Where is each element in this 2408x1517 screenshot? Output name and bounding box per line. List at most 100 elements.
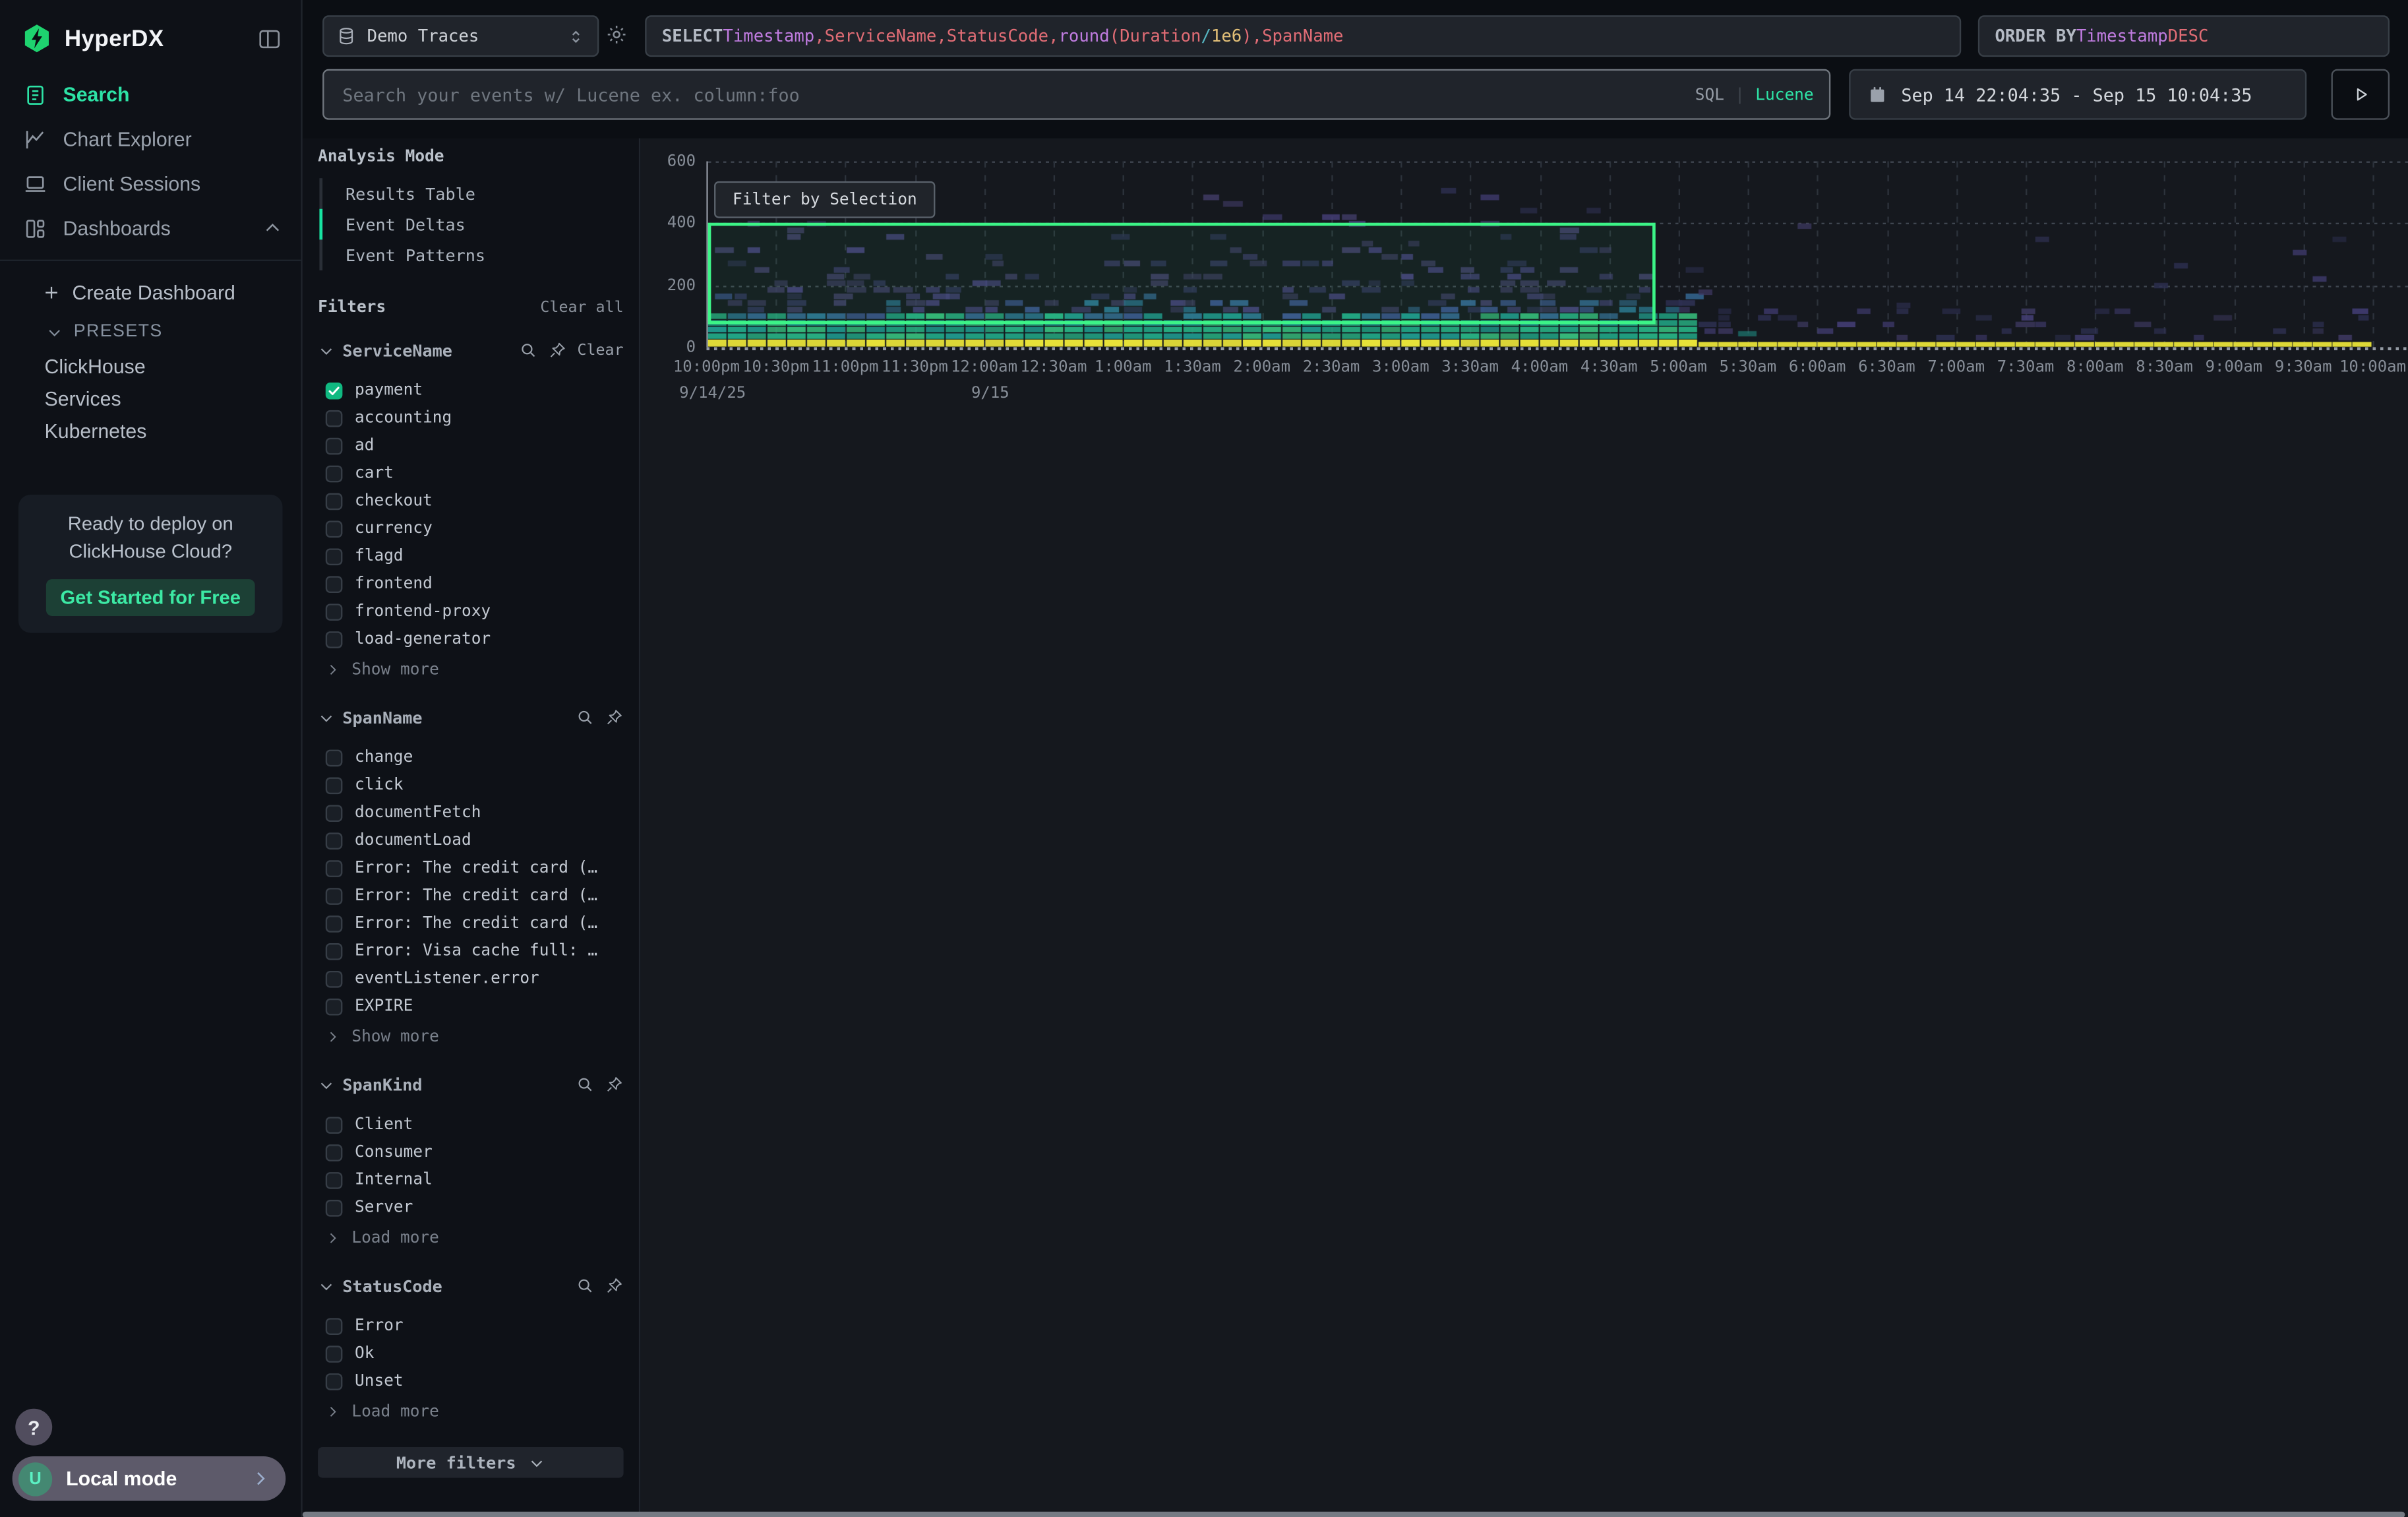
analysis-mode-item-results-table[interactable]: Results Table (322, 178, 623, 209)
filter-option-consumer[interactable]: Consumer (318, 1138, 623, 1166)
group-pin-icon[interactable] (605, 1276, 624, 1295)
filter-option-error-the-credit-card[interactable]: Error: The credit card (… (318, 854, 623, 882)
filter-option-error-the-credit-card[interactable]: Error: The credit card (… (318, 882, 623, 910)
group-pin-icon[interactable] (605, 708, 624, 727)
show-more-button[interactable]: Show more (318, 1023, 623, 1051)
lucene-mode-button[interactable]: Lucene (1755, 85, 1813, 104)
checkbox[interactable] (326, 915, 343, 932)
sidebar-item-dashboards[interactable]: Dashboards (0, 206, 301, 251)
checkbox[interactable] (326, 1171, 343, 1189)
filter-option-unset[interactable]: Unset (318, 1367, 623, 1395)
help-button[interactable]: ? (15, 1409, 52, 1446)
source-select[interactable]: Demo Traces (322, 15, 599, 57)
horizontal-scrollbar[interactable] (303, 1512, 2405, 1517)
group-collapse-icon[interactable] (318, 709, 335, 726)
group-collapse-icon[interactable] (318, 1076, 335, 1094)
preset-item-services[interactable]: Services (0, 383, 301, 415)
more-filters-button[interactable]: More filters (318, 1447, 623, 1478)
analysis-mode-item-event-deltas[interactable]: Event Deltas (322, 209, 623, 240)
filter-option-frontend[interactable]: frontend (318, 570, 623, 598)
create-dashboard-button[interactable]: Create Dashboard (0, 270, 301, 313)
checkbox[interactable] (326, 887, 343, 904)
group-clear-button[interactable]: Clear (577, 342, 623, 359)
sql-mode-button[interactable]: SQL (1695, 85, 1724, 104)
checkbox[interactable] (326, 492, 343, 509)
sql-select-editor[interactable]: SELECT Timestamp, ServiceName, StatusCod… (645, 15, 1961, 57)
checkbox[interactable] (326, 382, 343, 399)
filter-option-payment[interactable]: payment (318, 377, 623, 404)
filter-option-click[interactable]: click (318, 771, 623, 799)
filter-option-server[interactable]: Server (318, 1194, 623, 1222)
checkbox[interactable] (326, 749, 343, 766)
collapse-sidebar-button[interactable] (256, 25, 283, 51)
filter-option-flagd[interactable]: flagd (318, 542, 623, 570)
checkbox[interactable] (326, 1199, 343, 1216)
group-search-icon[interactable] (576, 1276, 594, 1295)
filter-option-documentfetch[interactable]: documentFetch (318, 799, 623, 826)
filter-option-internal[interactable]: Internal (318, 1166, 623, 1194)
filter-option-load-generator[interactable]: load-generator (318, 625, 623, 653)
filter-option-documentload[interactable]: documentLoad (318, 826, 623, 854)
settings-gear-icon[interactable] (605, 23, 628, 46)
filter-option-expire[interactable]: EXPIRE (318, 993, 623, 1020)
checkbox[interactable] (326, 1116, 343, 1133)
clear-all-button[interactable]: Clear all (540, 299, 623, 317)
filter-option-frontend-proxy[interactable]: frontend-proxy (318, 598, 623, 625)
sidebar-item-client-sessions[interactable]: Client Sessions (0, 162, 301, 206)
filter-option-ad[interactable]: ad (318, 431, 623, 459)
analysis-mode-item-event-patterns[interactable]: Event Patterns (322, 239, 623, 270)
load-more-button[interactable]: Load more (318, 1398, 623, 1425)
group-search-icon[interactable] (519, 341, 537, 359)
sidebar-item-chart-explorer[interactable]: Chart Explorer (0, 117, 301, 162)
group-search-icon[interactable] (576, 1075, 594, 1094)
checkbox[interactable] (326, 970, 343, 987)
group-pin-icon[interactable] (548, 341, 566, 359)
order-by-editor[interactable]: ORDER BY Timestamp DESC (1978, 15, 2390, 57)
filter-option-error-the-credit-card[interactable]: Error: The credit card (… (318, 910, 623, 937)
checkbox[interactable] (326, 859, 343, 877)
group-collapse-icon[interactable] (318, 1278, 335, 1295)
checkbox[interactable] (326, 998, 343, 1015)
checkbox[interactable] (326, 1373, 343, 1390)
selection-overlay[interactable] (708, 223, 1656, 325)
search-input[interactable] (340, 82, 1695, 107)
group-search-icon[interactable] (576, 708, 594, 727)
filter-option-eventlistener-error[interactable]: eventListener.error (318, 965, 623, 993)
checkbox[interactable] (326, 410, 343, 427)
filter-option-error-visa-cache-full[interactable]: Error: Visa cache full: … (318, 937, 623, 965)
checkbox[interactable] (326, 776, 343, 793)
checkbox[interactable] (326, 631, 343, 648)
checkbox[interactable] (326, 547, 343, 565)
checkbox[interactable] (326, 1144, 343, 1161)
filter-option-currency[interactable]: currency (318, 514, 623, 542)
date-range-button[interactable]: Sep 14 22:04:35 - Sep 15 10:04:35 (1849, 69, 2306, 120)
checkbox[interactable] (326, 520, 343, 537)
checkbox[interactable] (326, 804, 343, 821)
filter-option-error[interactable]: Error (318, 1312, 623, 1340)
filter-option-change[interactable]: change (318, 743, 623, 771)
checkbox[interactable] (326, 465, 343, 482)
presets-toggle[interactable]: PRESETS (0, 313, 301, 350)
show-more-button[interactable]: Show more (318, 656, 623, 684)
checkbox[interactable] (326, 437, 343, 454)
preset-item-clickhouse[interactable]: ClickHouse (0, 350, 301, 383)
user-menu-pill[interactable]: U Local mode (13, 1456, 286, 1501)
filter-option-ok[interactable]: Ok (318, 1340, 623, 1367)
sidebar-item-search[interactable]: Search (0, 72, 301, 117)
filter-option-cart[interactable]: cart (318, 459, 623, 487)
get-started-button[interactable]: Get Started for Free (46, 579, 255, 616)
run-query-button[interactable] (2332, 69, 2390, 120)
checkbox[interactable] (326, 1345, 343, 1362)
checkbox[interactable] (326, 575, 343, 592)
filter-option-checkout[interactable]: checkout (318, 487, 623, 514)
checkbox[interactable] (326, 1317, 343, 1334)
checkbox[interactable] (326, 603, 343, 620)
load-more-button[interactable]: Load more (318, 1224, 623, 1252)
filter-by-selection-tooltip[interactable]: Filter by Selection (714, 181, 936, 218)
filter-option-accounting[interactable]: accounting (318, 404, 623, 432)
group-collapse-icon[interactable] (318, 342, 335, 359)
preset-item-kubernetes[interactable]: Kubernetes (0, 415, 301, 447)
checkbox[interactable] (326, 832, 343, 849)
checkbox[interactable] (326, 943, 343, 960)
filter-option-client[interactable]: Client (318, 1111, 623, 1138)
